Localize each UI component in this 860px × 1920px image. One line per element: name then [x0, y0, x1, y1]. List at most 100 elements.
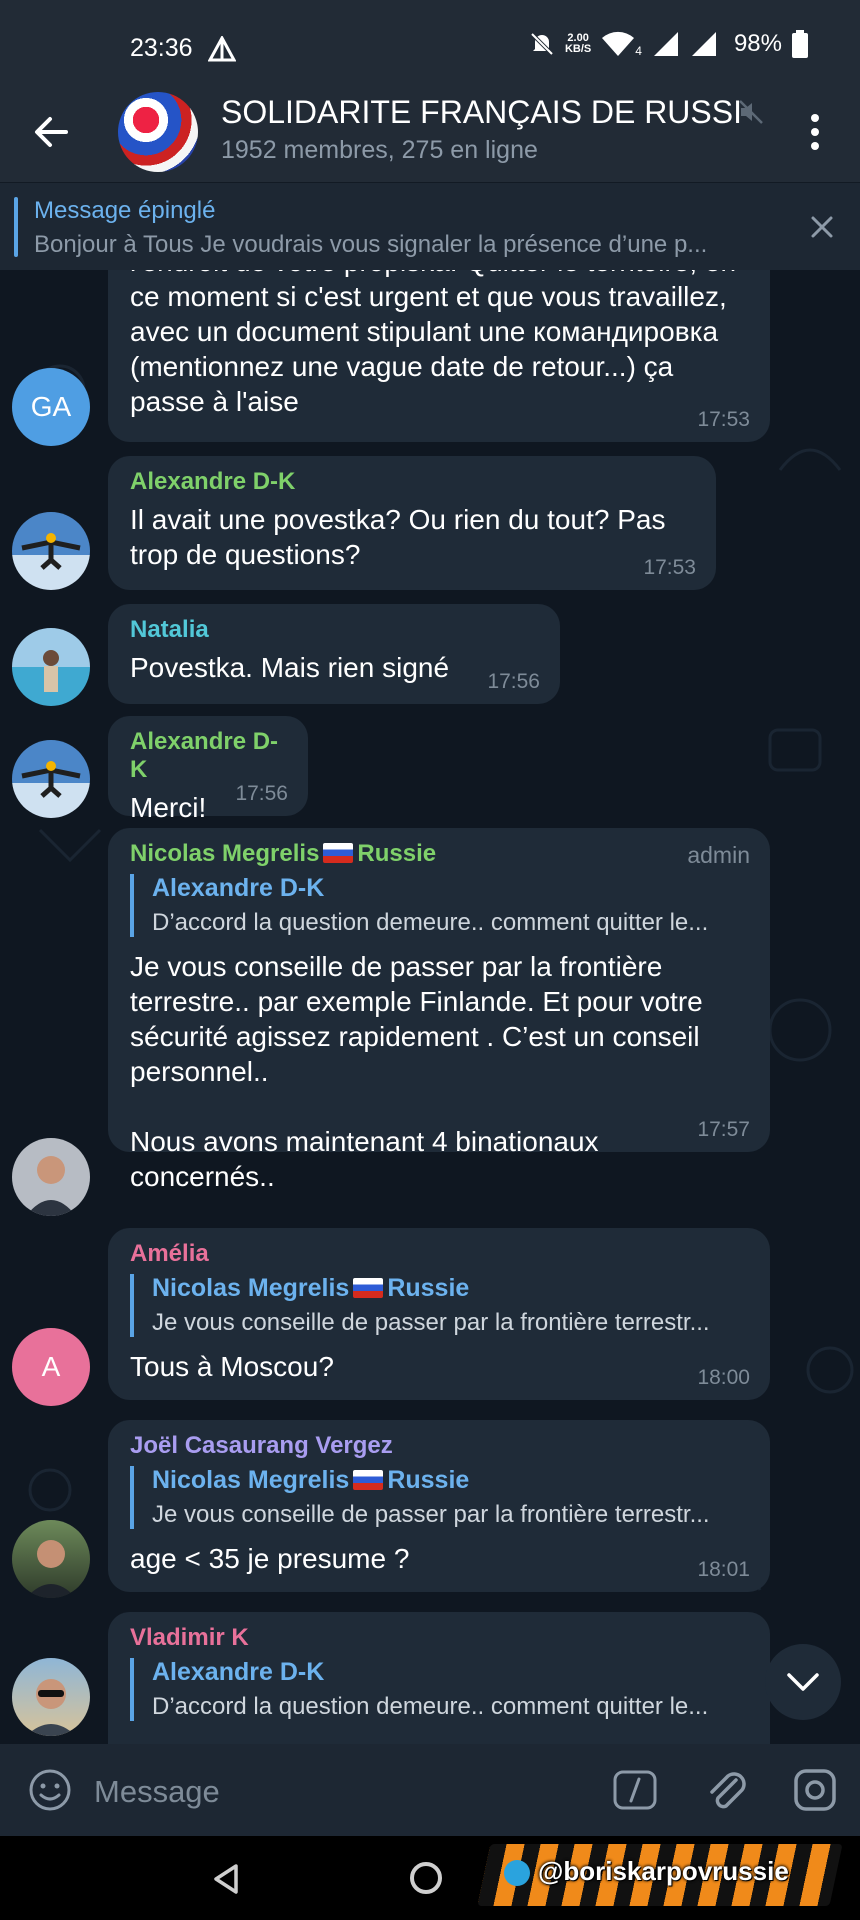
message-text: Je vous conseille de passer par la front…: [130, 951, 703, 1192]
message-sender[interactable]: Alexandre D-K: [130, 728, 288, 784]
message-sender[interactable]: Natalia: [130, 616, 540, 644]
reply-text: Je vous conseille de passer par la front…: [152, 1309, 710, 1336]
status-bar: 23:36 2.00 KB/S 4 98%: [0, 0, 860, 84]
net-speed-unit: KB/S: [564, 43, 592, 55]
person-photo-icon: [43, 650, 59, 692]
avatar-initials: GA: [30, 391, 72, 422]
russian-flag-icon: [353, 1470, 384, 1490]
signal-icon-2: [691, 32, 716, 56]
group-avatar[interactable]: [118, 92, 198, 172]
close-icon[interactable]: [808, 213, 836, 241]
reply-text: D’accord la question demeure.. comment q…: [152, 1693, 709, 1720]
admin-badge: admin: [687, 842, 750, 868]
message-sender[interactable]: Alexandre D-K: [130, 468, 696, 496]
avatar[interactable]: [12, 1520, 90, 1598]
reply-name-suffix: Russie: [387, 1466, 470, 1494]
group-title[interactable]: SOLIDARITE FRANÇAIS DE RUSSI: [221, 94, 741, 131]
message-bubble[interactable]: Vladimir K Alexandre D-K D’accord la que…: [108, 1612, 770, 1744]
bell-off-icon: [530, 32, 554, 56]
avatar[interactable]: [12, 512, 90, 590]
message-text: Povestka. Mais rien signé: [130, 652, 450, 683]
message-sender[interactable]: Nicolas Megrelis Russie: [130, 840, 750, 868]
chevron-down-icon: [787, 1673, 819, 1691]
reply-text: Je vous conseille de passer par la front…: [152, 1501, 710, 1528]
reply-text: D’accord la question demeure.. comment q…: [152, 909, 709, 936]
network-type: 4: [635, 44, 642, 58]
emoji-icon[interactable]: [28, 1768, 72, 1812]
skydiver-avatar-icon: [21, 533, 81, 570]
avatar[interactable]: [12, 628, 90, 706]
sender-suffix: Russie: [357, 840, 437, 867]
reply-name-text: Nicolas Megrelis: [152, 1466, 350, 1494]
avatar-initials: A: [41, 1351, 61, 1382]
message-text: Tous à Moscou?: [130, 1351, 334, 1382]
muted-speaker-icon: [739, 100, 763, 124]
watermark-text: @boriskarpovrussie: [538, 1856, 789, 1886]
more-menu-icon[interactable]: [808, 112, 822, 152]
bot-command-icon[interactable]: [613, 1770, 657, 1810]
scroll-to-bottom-button[interactable]: [765, 1644, 841, 1720]
message-sender[interactable]: Vladimir K: [130, 1624, 750, 1652]
avatar[interactable]: [12, 1658, 90, 1736]
man-photo-icon: [26, 1540, 76, 1598]
avatar[interactable]: A: [12, 1328, 90, 1406]
status-icons: 2.00 KB/S 4 98%: [529, 30, 808, 58]
message-sender[interactable]: Amélia: [130, 1240, 750, 1268]
message-list[interactable]: l'endroit de votre propiska. Quitter le …: [0, 270, 860, 1744]
reply-name: Alexandre D-K: [152, 874, 325, 902]
reply-name: Alexandre D-K: [152, 1658, 325, 1686]
russian-flag-icon: [323, 843, 354, 863]
message-bubble[interactable]: Joël Casaurang Vergez Nicolas Megrelis Ru…: [108, 1420, 770, 1592]
reply-quote[interactable]: Alexandre D-K D’accord la question demeu…: [130, 874, 750, 937]
pinned-message-bar[interactable]: Message épinglé Bonjour à Tous Je voudra…: [0, 182, 860, 270]
message-sender[interactable]: Joël Casaurang Vergez: [130, 1432, 750, 1460]
reply-name: Nicolas Megrelis Russie: [152, 1274, 750, 1303]
reply-name: Nicolas Megrelis Russie: [152, 1466, 750, 1495]
reply-name-suffix: Russie: [387, 1274, 470, 1302]
back-arrow-icon[interactable]: [30, 110, 74, 154]
message-text: age < 35 je presume ?: [130, 1543, 410, 1574]
nav-home-icon[interactable]: [410, 1862, 442, 1894]
camera-icon[interactable]: [793, 1768, 837, 1812]
alert-triangle-icon: [208, 36, 236, 62]
avatar[interactable]: GA: [12, 368, 90, 446]
message-bubble[interactable]: Alexandre D-K Il avait une povestka? Ou …: [108, 456, 716, 590]
message-time: 18:01: [697, 1558, 750, 1581]
message-time: 18:00: [697, 1366, 750, 1389]
paperclip-icon[interactable]: [704, 1766, 748, 1814]
status-time: 23:36: [130, 34, 193, 62]
message-bubble[interactable]: Nicolas Megrelis Russie admin Alexandre D…: [108, 828, 770, 1192]
sender-name: Nicolas Megrelis: [130, 840, 320, 867]
reply-name-text: Nicolas Megrelis: [152, 1274, 350, 1302]
telegram-logo-icon: [504, 1860, 530, 1886]
pinned-text: Bonjour à Tous Je voudrais vous signaler…: [34, 231, 708, 258]
message-bubble[interactable]: Amélia Nicolas Megrelis Russie Je vous co…: [108, 1228, 770, 1400]
message-input[interactable]: Message: [94, 1774, 220, 1810]
man-photo-icon: [26, 1156, 76, 1216]
net-speed: 2.00 KB/S: [565, 33, 591, 55]
message-text: l'endroit de votre propiska. Quitter le …: [130, 270, 736, 417]
message-composer: Message: [0, 1744, 860, 1836]
pinned-indicator: [14, 197, 18, 257]
member-count: 1952 membres, 275 en ligne: [221, 136, 538, 164]
nav-back-icon[interactable]: [210, 1862, 244, 1896]
battery-icon: [792, 30, 808, 58]
message-bubble[interactable]: Alexandre D-K Merci! 17:56: [108, 716, 308, 823]
reply-quote[interactable]: Nicolas Megrelis Russie Je vous conseille…: [130, 1274, 750, 1337]
skydiver-avatar-icon: [21, 761, 81, 798]
watermark-banner: @boriskarpovrussie: [477, 1836, 843, 1920]
avatar[interactable]: [12, 740, 90, 818]
wifi-icon: [602, 31, 635, 56]
man-sunglasses-photo-icon: [26, 1679, 76, 1736]
message-time: 17:53: [697, 408, 750, 431]
message-time: 17:56: [235, 782, 288, 805]
message-time: 17:57: [697, 1118, 750, 1141]
message-time: 17:56: [487, 670, 540, 693]
battery-percent: 98%: [733, 30, 782, 57]
message-bubble[interactable]: Natalia Povestka. Mais rien signé 17:56: [108, 604, 560, 704]
message-bubble[interactable]: l'endroit de votre propiska. Quitter le …: [108, 270, 770, 442]
reply-quote[interactable]: Alexandre D-K D’accord la question demeu…: [130, 1658, 750, 1721]
chat-header: SOLIDARITE FRANÇAIS DE RUSSI 1952 membre…: [0, 84, 860, 182]
avatar[interactable]: [12, 1138, 90, 1216]
reply-quote[interactable]: Nicolas Megrelis Russie Je vous conseille…: [130, 1466, 750, 1529]
